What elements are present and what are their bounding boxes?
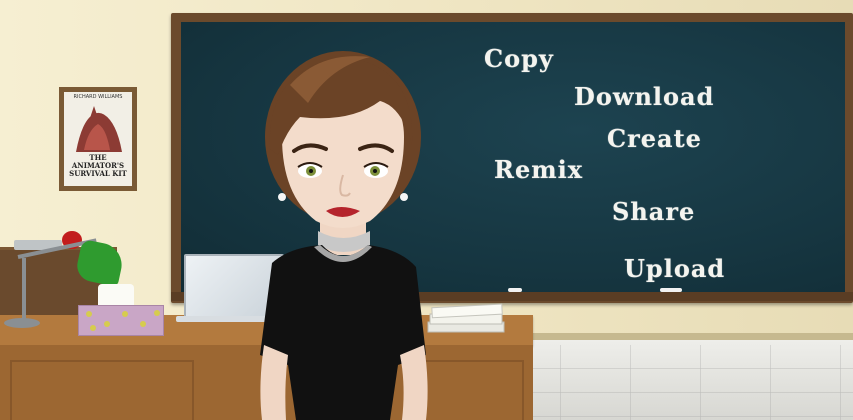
desk-lamp-base xyxy=(4,318,40,328)
teacher-character xyxy=(230,45,460,420)
board-word-upload: Upload xyxy=(624,254,726,283)
board-word-share: Share xyxy=(612,197,696,226)
desk-panel xyxy=(10,360,194,420)
desk-lamp-post xyxy=(22,258,26,320)
poster-title: THE ANIMATOR'S SURVIVAL KIT xyxy=(69,153,127,178)
board-word-remix: Remix xyxy=(494,155,584,184)
tissue-box xyxy=(78,305,164,336)
tissue xyxy=(98,284,134,306)
chalk-piece xyxy=(508,288,522,292)
tissue-box-dots xyxy=(86,310,160,331)
chalk-piece xyxy=(660,288,682,292)
board-word-copy: Copy xyxy=(484,44,554,73)
poster: RICHARD WILLIAMS THE ANIMATOR'S SURVIVAL… xyxy=(64,92,132,186)
classroom-scene: RICHARD WILLIAMS THE ANIMATOR'S SURVIVAL… xyxy=(0,0,853,420)
board-word-create: Create xyxy=(607,124,702,153)
poster-illustration xyxy=(76,106,122,152)
board-word-download: Download xyxy=(574,82,715,111)
